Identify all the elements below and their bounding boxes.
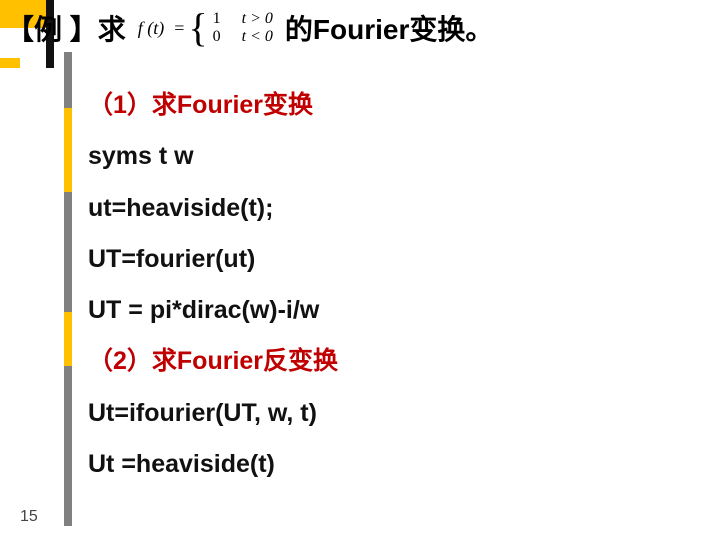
section-heading-1: （1）求Fourier变换 (88, 90, 680, 121)
slide: 【例 】求 f (t) = { 1 t > 0 0 t < 0 的Fourier… (0, 0, 720, 540)
left-bar-seg-gray (64, 52, 72, 108)
case1-cond: t > 0 (242, 10, 273, 28)
formula-cases: 1 t > 0 0 t < 0 (210, 10, 273, 46)
piecewise-formula: f (t) = { 1 t > 0 0 t < 0 (138, 8, 273, 48)
code-line: Ut =heaviside(t) (88, 449, 680, 480)
code-line: Ut=ifourier(UT, w, t) (88, 398, 680, 429)
title-prefix: 【例 】求 (6, 8, 126, 48)
case2-cond: t < 0 (242, 28, 273, 46)
code-line: UT=fourier(ut) (88, 244, 680, 275)
formula-lhs: f (t) (138, 18, 165, 39)
left-color-bar (64, 52, 72, 524)
slide-title: 【例 】求 f (t) = { 1 t > 0 0 t < 0 的Fourier… (6, 4, 710, 52)
title-suffix: 的Fourier变换。 (285, 8, 493, 48)
left-bar-seg-yellow (64, 312, 72, 366)
left-bar-seg-gray (64, 192, 72, 312)
case2-val: 0 (210, 28, 224, 46)
left-bar-seg-yellow (64, 108, 72, 192)
slide-body: （1）求Fourier变换 syms t w ut=heaviside(t); … (88, 90, 680, 520)
left-bar-seg-gray (64, 366, 72, 526)
formula-eq: = (174, 18, 184, 39)
brace-icon: { (188, 8, 207, 48)
code-line: UT = pi*dirac(w)-i/w (88, 295, 680, 326)
code-line: ut=heaviside(t); (88, 193, 680, 224)
code-line: syms t w (88, 141, 680, 172)
slide-number: 15 (20, 508, 38, 526)
case1-val: 1 (210, 10, 224, 28)
accent-title-tick (0, 58, 20, 68)
section-heading-2: （2）求Fourier反变换 (88, 346, 680, 377)
